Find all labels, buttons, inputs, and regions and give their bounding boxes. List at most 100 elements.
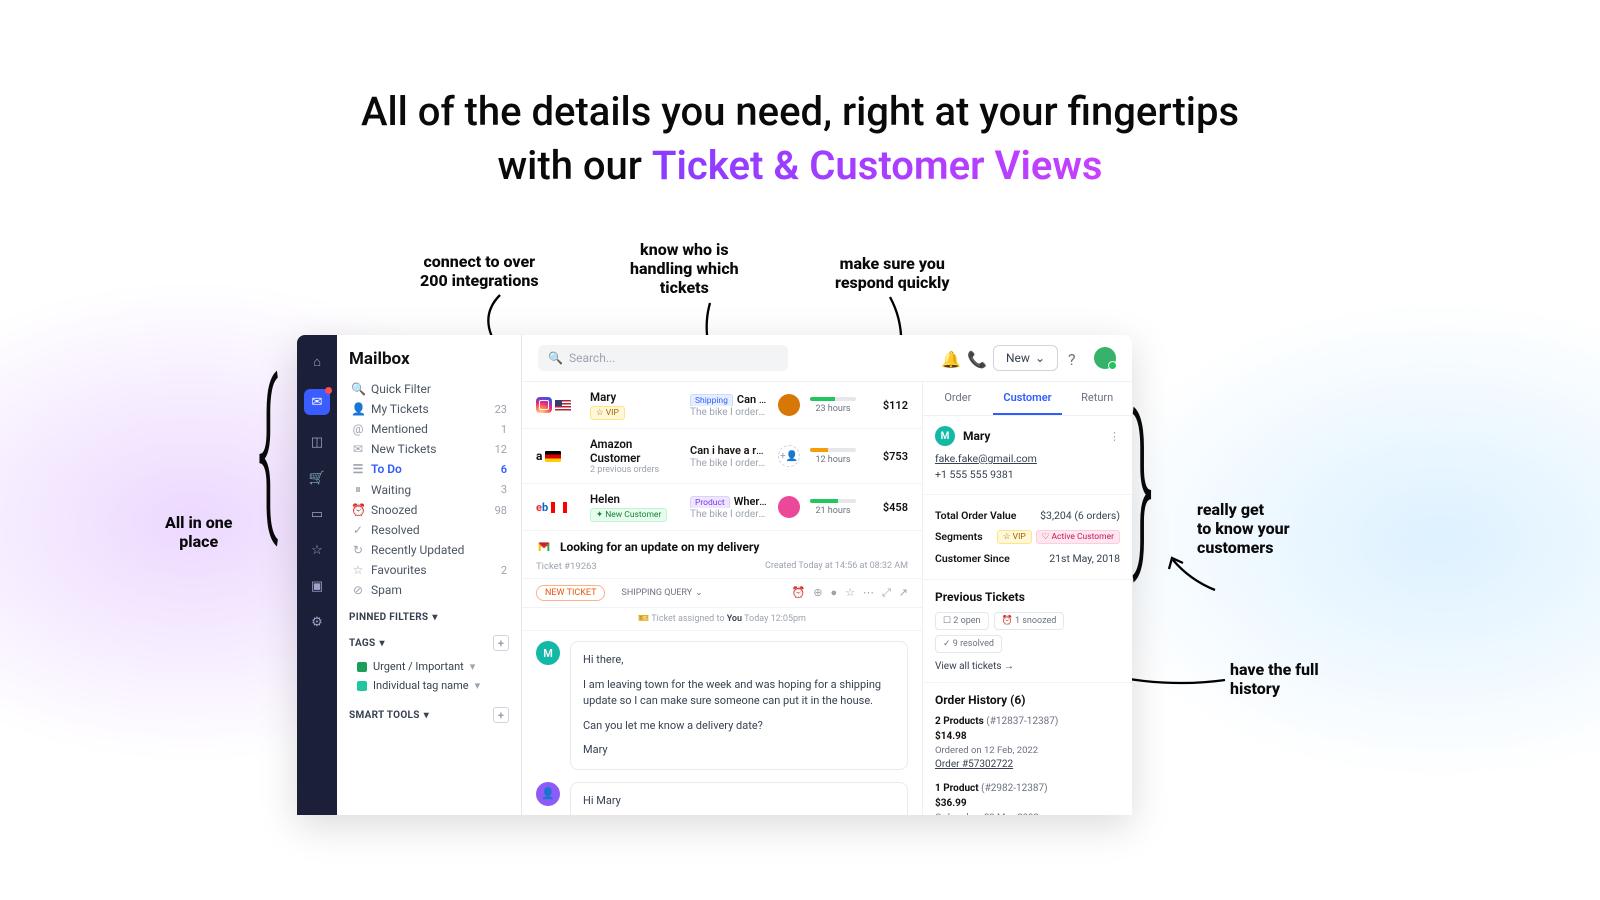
segment-vip: ☆ VIP: [997, 530, 1032, 544]
pinned-filters-header[interactable]: PINNED FILTERS ▾: [349, 612, 509, 623]
ticket-row[interactable]: eb Helen✦ New Customer ProductWhere is m…: [522, 484, 922, 531]
callout-respond: make sure you respond quickly: [835, 254, 950, 292]
sidebar-item-waiting[interactable]: ⏸Waiting3: [349, 479, 509, 500]
new-ticket-pill[interactable]: NEW TICKET: [536, 585, 605, 601]
star-toggle[interactable]: ☆: [845, 586, 855, 600]
chevron-down-icon: ⌄: [1035, 351, 1045, 365]
gmail-icon: [536, 539, 552, 555]
app-window: ⌂ ✉ ◫ 🛒 ▭ ☆ ▣ ⚙ Mailbox 🔍Quick Filter👤My…: [297, 335, 1132, 815]
customer-email[interactable]: fake.fake@gmail.com: [935, 452, 1120, 465]
tag-icon[interactable]: ⊕: [813, 586, 822, 600]
order-history-item: 2 Products (#12837-12387) $14.98Ordered …: [935, 715, 1120, 772]
assignee-avatar[interactable]: [778, 496, 800, 518]
ticket-chip[interactable]: ⏰ 1 snoozed: [994, 612, 1065, 630]
sidebar-item-snoozed[interactable]: ⏰Snoozed98: [349, 500, 509, 520]
sidebar: Mailbox 🔍Quick Filter👤My Tickets23@Menti…: [337, 335, 522, 815]
tab-order[interactable]: Order: [923, 382, 993, 415]
avatar-customer: M: [536, 641, 560, 665]
view-all-tickets-link[interactable]: View all tickets →: [935, 661, 1120, 672]
sidebar-item-spam[interactable]: ⊘Spam: [349, 580, 509, 600]
sidebar-item-favourites[interactable]: ☆Favourites2: [349, 560, 509, 580]
assign-icon[interactable]: +👤: [778, 445, 800, 467]
order-history-item: 1 Product (#2982-12387) $36.99Ordered on…: [935, 782, 1120, 815]
tab-customer[interactable]: Customer: [993, 382, 1063, 415]
tag-1[interactable]: Individual tag name ▾: [349, 676, 509, 695]
ticket-chip[interactable]: ☐ 2 open: [935, 612, 989, 630]
sidebar-item-resolved[interactable]: ✓Resolved: [349, 520, 509, 540]
sidebar-item-my-tickets[interactable]: 👤My Tickets23: [349, 399, 509, 419]
tags-header[interactable]: TAGS ▾+: [349, 635, 509, 651]
avatar-agent: 👤: [536, 782, 560, 806]
instagram-icon: [536, 397, 552, 413]
sidebar-item-recently-updated[interactable]: ↻Recently Updated: [349, 540, 509, 560]
ticket-created: Created Today at 14:56 at 08:32 AM: [765, 561, 908, 571]
star-icon[interactable]: ☆: [308, 541, 326, 559]
ticket-title: Looking for an update on my delivery: [560, 540, 759, 554]
cart-icon[interactable]: 🛒: [308, 469, 326, 487]
customer-more-icon[interactable]: ⋮: [1109, 430, 1120, 443]
ticket-list: Mary☆ VIP ShippingCan you send the...The…: [522, 382, 922, 531]
callout-integrations: connect to over 200 integrations: [420, 252, 539, 290]
order-history-heading: Order History (6): [935, 693, 1120, 707]
tag-0[interactable]: Urgent / Important ▾: [349, 657, 509, 676]
user-avatar[interactable]: [1094, 347, 1116, 369]
search-input[interactable]: 🔍Search...: [538, 345, 788, 371]
assignee-avatar[interactable]: [778, 394, 800, 416]
sidebar-title: Mailbox: [349, 349, 509, 369]
home-icon[interactable]: ⌂: [308, 353, 326, 371]
add-smart-button[interactable]: +: [493, 707, 509, 723]
smart-tools-header[interactable]: SMART TOOLS ▾+: [349, 707, 509, 723]
sidebar-item-quick-filter[interactable]: 🔍Quick Filter: [349, 379, 509, 399]
clock-icon[interactable]: ⏰: [792, 586, 806, 600]
more-icon[interactable]: ⋯: [863, 586, 874, 600]
headline: All of the details you need, right at yo…: [0, 0, 1600, 193]
bell-icon[interactable]: 🔔: [941, 350, 957, 366]
context-tabs: Order Customer Return: [923, 382, 1132, 416]
ebay-icon: eb: [536, 501, 548, 514]
ticket-row[interactable]: Mary☆ VIP ShippingCan you send the...The…: [522, 382, 922, 429]
ticket-row[interactable]: a Amazon Customer2 previous orders Can i…: [522, 429, 922, 484]
callout-history: have the full history: [1230, 660, 1319, 698]
add-tag-button[interactable]: +: [493, 635, 509, 651]
right-panel: Order Customer Return M Mary ⋮ fake.fake…: [922, 382, 1132, 815]
callout-handling: know who is handling which tickets: [630, 240, 739, 298]
brace-left: {: [257, 344, 278, 555]
sidebar-item-mentioned[interactable]: @Mentioned1: [349, 419, 509, 439]
assignee-chip[interactable]: ●: [830, 586, 837, 600]
flag-icon: [551, 502, 567, 513]
message-customer: M Hi there, I am leaving town for the we…: [536, 641, 908, 770]
amazon-icon: a: [536, 449, 542, 463]
analytics-icon[interactable]: ◫: [308, 433, 326, 451]
ticket-chip[interactable]: ✓ 9 resolved: [935, 635, 1002, 653]
customer-avatar: M: [935, 426, 955, 446]
new-button[interactable]: New⌄: [993, 345, 1058, 371]
flag-icon: [555, 400, 571, 411]
brace-right: {: [1132, 380, 1153, 591]
ticket-id: Ticket #19263: [536, 561, 597, 572]
segment-active: ♡ Active Customer: [1036, 530, 1120, 544]
ticket-action-icons: ⏰ ⊕ ● ☆ ⋯ ⤢ ↗: [792, 586, 908, 600]
phone-icon[interactable]: 📞: [967, 350, 983, 366]
expand-icon[interactable]: ⤢: [882, 586, 891, 600]
icon-rail: ⌂ ✉ ◫ 🛒 ▭ ☆ ▣ ⚙: [297, 335, 337, 815]
callout-know: really get to know your customers: [1197, 500, 1290, 558]
tab-return[interactable]: Return: [1062, 382, 1132, 415]
assigned-banner: 🎫 Ticket assigned to You Today 12:05pm: [522, 608, 922, 631]
customer-phone: +1 555 555 9381: [935, 468, 1120, 481]
sidebar-item-new-tickets[interactable]: ✉New Tickets12: [349, 439, 509, 459]
flag-icon: [545, 451, 561, 462]
search-icon: 🔍: [548, 351, 563, 365]
callout-all-in-one: All in one place: [165, 513, 232, 551]
sidebar-item-to-do[interactable]: ☰To Do6: [349, 459, 509, 479]
share-icon[interactable]: ↗: [899, 586, 908, 600]
shipping-query-pill[interactable]: SHIPPING QUERY ⌄: [613, 586, 710, 600]
contacts-icon[interactable]: ▣: [308, 577, 326, 595]
automation-icon[interactable]: ⚙: [308, 613, 326, 631]
message-agent: 👤 Hi Mary You can follow your delivery v…: [536, 782, 908, 816]
open-ticket: Looking for an update on my delivery Tic…: [522, 531, 922, 815]
mailbox-icon[interactable]: ✉: [304, 389, 330, 415]
help-icon[interactable]: ?: [1068, 350, 1084, 366]
previous-tickets-heading: Previous Tickets: [935, 590, 1120, 604]
chat-icon[interactable]: ▭: [308, 505, 326, 523]
order-link[interactable]: Order #57302722: [935, 758, 1120, 773]
